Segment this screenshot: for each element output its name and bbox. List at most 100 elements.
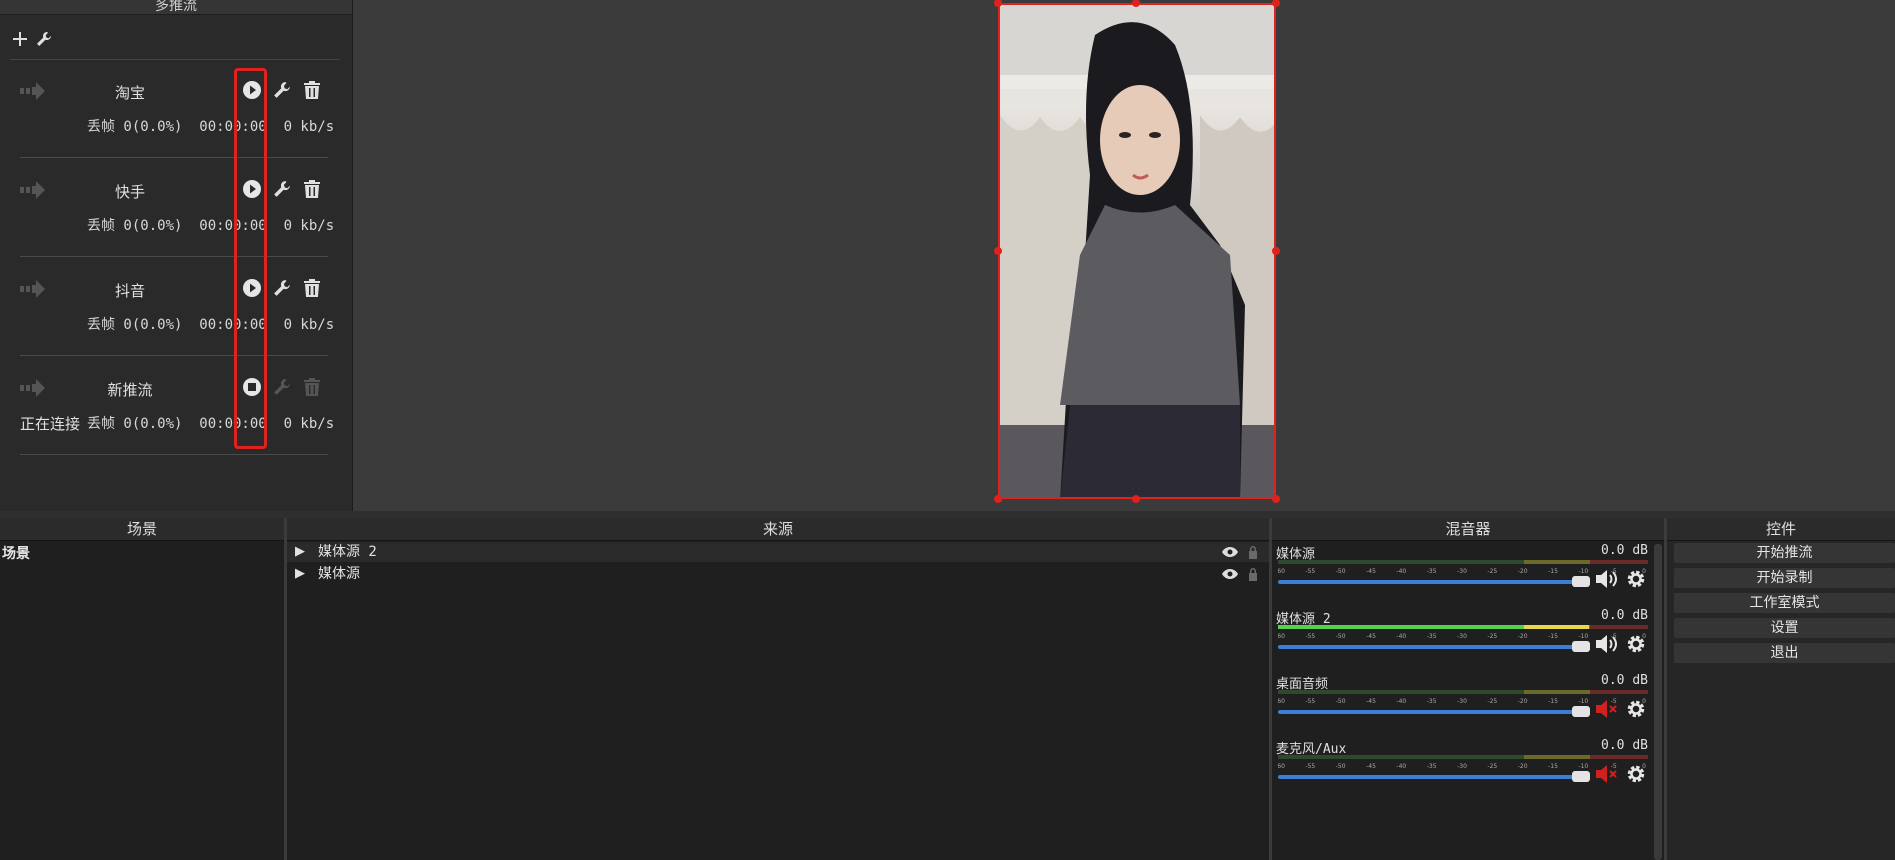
send-arrow-icon [20, 181, 45, 199]
resize-handle[interactable] [1272, 495, 1280, 503]
speaker-icon[interactable] [1596, 634, 1620, 658]
volume-fader[interactable] [1278, 576, 1590, 587]
eye-icon[interactable] [1222, 569, 1238, 579]
delete-button[interactable] [300, 177, 324, 201]
stream-name: 淘宝 [114, 84, 145, 102]
stream-row: 新推流 正在连接 丢帧 0(0.0%) 00:00:00 0 kb/s [0, 365, 340, 464]
settings-button[interactable] [270, 276, 294, 300]
source-row[interactable]: ▶ 媒体源 2 [287, 542, 1269, 562]
meter-scale: -60-55-50-45-40-35-30-25-20-15-10-50 [1278, 763, 1646, 770]
play-button[interactable] [240, 276, 264, 300]
scale-tick-label: -10 [1578, 698, 1588, 705]
play-button[interactable] [240, 177, 264, 201]
delete-button[interactable] [300, 78, 324, 102]
lock-icon[interactable] [1247, 545, 1259, 559]
stream-stats: 丢帧 0(0.0%) 00:00:00 0 kb/s [87, 119, 335, 135]
volume-fader[interactable] [1278, 771, 1590, 782]
volume-meter [1278, 625, 1648, 629]
volume-fader[interactable] [1278, 706, 1590, 717]
channel-db: 0.0 dB [1601, 608, 1648, 623]
muted-speaker-icon[interactable] [1596, 764, 1620, 788]
scale-tick-label: -30 [1457, 698, 1467, 705]
scale-tick-label: -25 [1487, 568, 1497, 575]
wrench-icon [274, 181, 290, 197]
trash-icon [304, 378, 320, 396]
stream-stats: 丢帧 0(0.0%) 00:00:00 0 kb/s [87, 218, 335, 234]
delete-button[interactable] [300, 276, 324, 300]
mixer-channel: 桌面音频0.0 dB-60-55-50-45-40-35-30-25-20-15… [1276, 673, 1648, 735]
scale-tick-label: -30 [1457, 633, 1467, 640]
gear-icon[interactable] [1626, 764, 1646, 788]
fader-knob[interactable] [1572, 576, 1590, 587]
settings-button[interactable] [270, 177, 294, 201]
expand-triangle-icon[interactable]: ▶ [295, 542, 305, 562]
resize-handle[interactable] [1272, 247, 1280, 255]
volume-meter [1278, 560, 1648, 564]
scale-tick-label: -30 [1457, 763, 1467, 770]
meter-scale: -60-55-50-45-40-35-30-25-20-15-10-50 [1278, 633, 1646, 640]
source-row[interactable]: ▶ 媒体源 [287, 564, 1269, 584]
settings-button [270, 375, 294, 399]
wrench-icon [274, 82, 290, 98]
speaker-icon[interactable] [1596, 569, 1620, 593]
scale-tick-label: -60 [1278, 568, 1285, 575]
sources-dock: 来源 ▶ 媒体源 2 ▶ 媒体源 [287, 518, 1269, 860]
stream-name: 快手 [114, 183, 145, 201]
gear-icon[interactable] [1626, 569, 1646, 593]
fader-knob[interactable] [1572, 641, 1590, 652]
resize-handle[interactable] [1272, 0, 1280, 7]
gear-icon[interactable] [1626, 699, 1646, 723]
scale-tick-label: -15 [1548, 763, 1558, 770]
dock-separator[interactable] [0, 511, 1895, 518]
sources-title: 来源 [287, 518, 1269, 541]
scale-tick-label: -25 [1487, 698, 1497, 705]
start-recording-button[interactable]: 开始录制 [1674, 568, 1895, 588]
exit-button[interactable]: 退出 [1674, 643, 1895, 663]
add-icon[interactable] [12, 31, 28, 47]
stop-button[interactable] [240, 375, 264, 399]
play-icon [243, 279, 261, 297]
play-icon [243, 81, 261, 99]
scale-tick-label: -25 [1487, 633, 1497, 640]
resize-handle[interactable] [1132, 495, 1140, 503]
scale-tick-label: -35 [1427, 568, 1437, 575]
stream-name: 新推流 [107, 381, 153, 399]
play-button[interactable] [240, 78, 264, 102]
scale-tick-label: -50 [1336, 763, 1346, 770]
muted-speaker-icon[interactable] [1596, 699, 1620, 723]
settings-button[interactable] [270, 78, 294, 102]
scene-item[interactable]: 场景 [0, 544, 30, 564]
studio-mode-button[interactable]: 工作室模式 [1674, 593, 1895, 613]
connecting-status: 正在连接 [20, 415, 81, 433]
fader-knob[interactable] [1572, 706, 1590, 717]
stream-row: 淘宝 丢帧 0(0.0%) 00:00:00 0 kb/s [0, 68, 340, 167]
lock-icon[interactable] [1247, 567, 1259, 581]
mixer-scrollbar[interactable] [1654, 544, 1662, 860]
preview-canvas[interactable] [998, 3, 1276, 499]
channel-db: 0.0 dB [1601, 738, 1648, 753]
scale-tick-label: -45 [1366, 698, 1376, 705]
gear-icon[interactable] [1626, 634, 1646, 658]
fader-knob[interactable] [1572, 771, 1590, 782]
resize-handle[interactable] [994, 247, 1002, 255]
send-arrow-icon [20, 280, 45, 298]
scale-tick-label: -45 [1366, 763, 1376, 770]
wrench-icon [274, 280, 290, 296]
volume-meter [1278, 755, 1648, 759]
controls-title: 控件 [1667, 518, 1895, 541]
stream-name: 抖音 [114, 282, 145, 300]
scale-tick-label: -55 [1305, 633, 1315, 640]
mixer-channel: 媒体源0.0 dB-60-55-50-45-40-35-30-25-20-15-… [1276, 543, 1648, 605]
scale-tick-label: -40 [1396, 568, 1406, 575]
volume-fader[interactable] [1278, 641, 1590, 652]
scale-tick-label: -20 [1518, 698, 1528, 705]
settings-button[interactable]: 设置 [1674, 618, 1895, 638]
resize-handle[interactable] [994, 495, 1002, 503]
wrench-icon[interactable] [36, 31, 52, 47]
start-stream-button[interactable]: 开始推流 [1674, 543, 1895, 563]
eye-icon[interactable] [1222, 547, 1238, 557]
scale-tick-label: -10 [1578, 568, 1588, 575]
stream-stats: 丢帧 0(0.0%) 00:00:00 0 kb/s [87, 416, 335, 432]
scale-tick-label: -55 [1305, 698, 1315, 705]
expand-triangle-icon[interactable]: ▶ [295, 564, 305, 584]
